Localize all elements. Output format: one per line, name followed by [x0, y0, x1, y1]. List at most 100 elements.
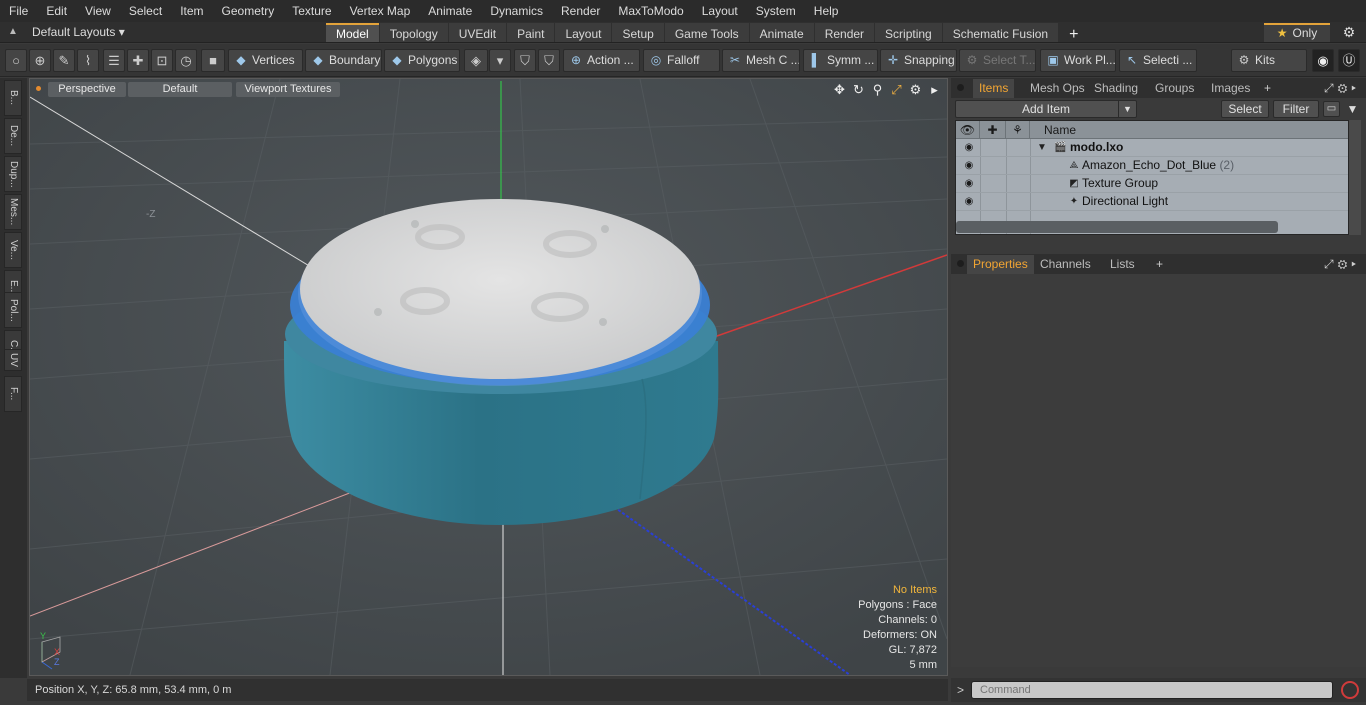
visibility-column-eye-icon[interactable]: 👁 — [956, 121, 980, 139]
brush-icon[interactable]: ⌇ — [77, 49, 99, 72]
chevron-down-icon[interactable]: ▼ — [1118, 101, 1136, 117]
pen-icon[interactable]: ✎ — [53, 49, 75, 72]
type-column-icon[interactable]: ⚘ — [1006, 121, 1030, 139]
strip-tab-polygon[interactable]: Pol... — [4, 292, 22, 328]
menu-render[interactable]: Render — [552, 0, 609, 22]
tab-uvedit[interactable]: UVEdit — [448, 23, 507, 42]
menu-help[interactable]: Help — [805, 0, 848, 22]
unreal-icon[interactable]: Ⓤ — [1338, 49, 1360, 72]
symmetry-button[interactable]: ▌ Symm ... — [803, 49, 878, 72]
menu-system[interactable]: System — [747, 0, 805, 22]
record-macro-icon[interactable] — [1341, 681, 1359, 699]
rotate-icon[interactable]: ◷ — [175, 49, 197, 72]
menu-layout[interactable]: Layout — [693, 0, 747, 22]
select-button[interactable]: Select — [1221, 100, 1269, 118]
menu-file[interactable]: File — [0, 0, 37, 22]
strip-tab-duplicate[interactable]: Dup... — [4, 156, 22, 192]
layout-up-arrow-icon[interactable]: ▲ — [6, 25, 20, 39]
menu-dynamics[interactable]: Dynamics — [481, 0, 552, 22]
viewport-expand-icon[interactable]: ▸ — [925, 81, 944, 98]
tab-paint[interactable]: Paint — [507, 23, 555, 42]
globe-icon[interactable]: ⊕ — [29, 49, 51, 72]
vertices-button[interactable]: ◆ Vertices — [228, 49, 303, 72]
tab-scripting[interactable]: Scripting — [875, 23, 942, 42]
polygons-button[interactable]: ◆ Polygons — [384, 49, 460, 72]
items-mode-cube-icon[interactable]: ■ — [201, 49, 225, 72]
mesh-constraints-button[interactable]: ✂ Mesh C ... — [722, 49, 800, 72]
item-row-scene[interactable]: ◉ ▼ 🎬 modo.lxo — [956, 139, 1348, 157]
tab-model[interactable]: Model — [326, 23, 379, 42]
name-column-header[interactable]: Name — [1030, 121, 1348, 139]
fit-icon[interactable]: ⤢ — [887, 81, 906, 98]
selection-sets-button[interactable]: ↖ Selecti ... — [1119, 49, 1197, 72]
unity-icon[interactable]: ◉ — [1312, 49, 1334, 72]
tab-render[interactable]: Render — [814, 23, 875, 42]
kits-button[interactable]: ⚙ Kits — [1231, 49, 1307, 72]
viewport-textures-button[interactable]: Viewport Textures — [236, 82, 340, 97]
funnel-icon[interactable]: ▼ — [1344, 101, 1361, 117]
pan-icon[interactable]: ✥ — [830, 81, 849, 98]
lock-column-icon[interactable]: ✚ — [980, 121, 1006, 139]
view-type-button[interactable]: Perspective — [48, 82, 126, 97]
align-icon[interactable]: ☰ — [103, 49, 125, 72]
menu-item[interactable]: Item — [171, 0, 212, 22]
command-input[interactable] — [971, 681, 1333, 699]
tab-shading[interactable]: Shading — [1088, 79, 1144, 98]
tab-images[interactable]: Images — [1205, 79, 1256, 98]
viewport-menu-dot-icon[interactable] — [36, 86, 41, 91]
menu-texture[interactable]: Texture — [283, 0, 340, 22]
add-item-button[interactable]: Add Item ▼ — [955, 100, 1137, 118]
chevron-down-icon[interactable]: ▾ — [489, 49, 511, 72]
snapping-button[interactable]: ✛ Snapping — [880, 49, 957, 72]
filter-button[interactable]: Filter — [1273, 100, 1319, 118]
shield-icon[interactable]: ⛉ — [514, 49, 536, 72]
tab-channels[interactable]: Channels — [1034, 255, 1097, 274]
expand-triangle-icon[interactable]: ▼ — [1036, 139, 1048, 156]
vertical-scrollbar[interactable] — [1349, 120, 1361, 235]
circle-select-icon[interactable]: ○ — [5, 49, 27, 72]
item-row-mesh[interactable]: ◉ ⟁ Amazon_Echo_Dot_Blue (2) — [956, 157, 1348, 175]
strip-tab-fusion[interactable]: F... — [4, 376, 22, 412]
horizontal-scrollbar[interactable] — [956, 221, 1278, 233]
3d-viewport[interactable]: Perspective Default Viewport Textures ✥ … — [29, 78, 948, 676]
add-tab-plus-icon[interactable]: + — [1059, 23, 1081, 43]
menu-geometry[interactable]: Geometry — [213, 0, 284, 22]
strip-tab-mesh-edit[interactable]: Mes... — [4, 194, 22, 230]
menu-maxtomodo[interactable]: MaxToModo — [609, 0, 692, 22]
menu-animate[interactable]: Animate — [419, 0, 481, 22]
menu-view[interactable]: View — [76, 0, 120, 22]
panel-menu-dot-icon[interactable] — [957, 84, 964, 91]
strip-tab-deform[interactable]: De... — [4, 118, 22, 154]
tab-items[interactable]: Items — [973, 79, 1015, 98]
action-center-button[interactable]: ⊕ Action ... — [563, 49, 640, 72]
work-plane-button[interactable]: ▣ Work Pl... — [1040, 49, 1116, 72]
add-panel-tab-plus-icon[interactable]: + — [1258, 79, 1277, 98]
tab-groups[interactable]: Groups — [1149, 79, 1200, 98]
boundary-button[interactable]: ◆ Boundary — [305, 49, 382, 72]
orbit-icon[interactable]: ↻ — [849, 81, 868, 98]
menu-edit[interactable]: Edit — [37, 0, 76, 22]
shading-mode-button[interactable]: Default — [128, 82, 232, 97]
material-cube-icon[interactable]: ◈ — [464, 49, 488, 72]
item-row-texture-group[interactable]: ◉ ◩ Texture Group — [956, 175, 1348, 193]
viewport-gear-icon[interactable]: ⚙ — [906, 81, 925, 98]
panel-menu-dot-icon[interactable] — [957, 260, 964, 267]
only-toggle-button[interactable]: ★ Only — [1264, 23, 1330, 42]
panel-expand-gear-icons[interactable]: ⤢⚙▸ — [1324, 255, 1360, 273]
tab-properties[interactable]: Properties — [967, 255, 1034, 274]
strip-tab-vertex[interactable]: Ve... — [4, 232, 22, 268]
item-list[interactable]: 👁 ✚ ⚘ Name ◉ ▼ 🎬 modo.lxo ◉ ⟁ Amazon_Ech… — [955, 120, 1349, 235]
strip-tab-uv[interactable]: UV — [4, 349, 22, 371]
zoom-icon[interactable]: ⚲ — [868, 81, 887, 98]
tab-schematic-fusion[interactable]: Schematic Fusion — [942, 23, 1059, 42]
layout-preset-dropdown[interactable]: Default Layouts ▾ — [32, 22, 125, 43]
visibility-eye-icon[interactable]: ◉ — [962, 175, 976, 192]
select-through-button[interactable]: ⚙ Select T... — [959, 49, 1036, 72]
tab-lists[interactable]: Lists — [1104, 255, 1141, 274]
tab-setup[interactable]: Setup — [612, 23, 664, 42]
tab-game-tools[interactable]: Game Tools — [664, 23, 749, 42]
visibility-eye-icon[interactable]: ◉ — [962, 157, 976, 174]
item-row-directional-light[interactable]: ◉ ✦ Directional Light — [956, 193, 1348, 211]
menu-select[interactable]: Select — [120, 0, 171, 22]
gear-icon[interactable]: ⚙ — [1340, 24, 1358, 41]
